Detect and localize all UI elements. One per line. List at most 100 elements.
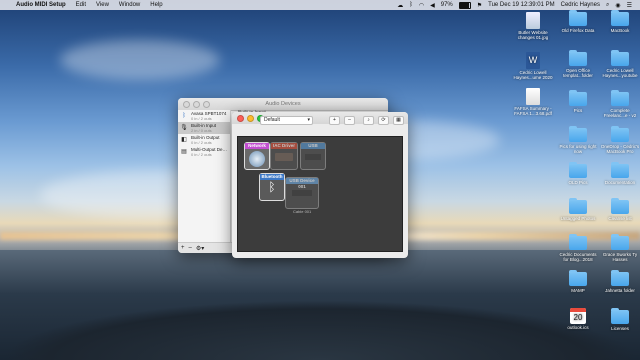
desktop-folder[interactable]: Pics bbox=[558, 90, 598, 113]
desktop-folder[interactable]: Jahnetta folder bbox=[600, 270, 640, 293]
gear-menu-button[interactable]: ⚙▾ bbox=[196, 245, 204, 252]
desktop-folder[interactable]: MacBook bbox=[600, 10, 640, 33]
desktop-folder[interactable]: OneDrop - Cedric's MacBook Pro bbox=[600, 126, 640, 154]
menu-app[interactable]: Audio MIDI Setup bbox=[16, 2, 66, 8]
folder-label: Jahnetta folder bbox=[605, 288, 635, 293]
device-sub: 0 in / 2 outs bbox=[191, 140, 212, 145]
volume-icon[interactable]: ◀ bbox=[430, 2, 435, 9]
folder-label: Old Firefox Data bbox=[561, 28, 595, 33]
device-item[interactable]: ▤ Multi-Output De… 0 in / 2 outs bbox=[178, 146, 230, 158]
configuration-popup[interactable]: Default ▾ bbox=[260, 115, 313, 125]
node-label: Network bbox=[245, 143, 269, 149]
device-list: ᛒ Avasa SPBT1074 0 in / 2 outs 🎙 Built-in… bbox=[178, 110, 231, 243]
cloud bbox=[60, 40, 220, 80]
desktop-file[interactable]: W Cedric Lowell Haynes...ume 2020 bbox=[513, 52, 553, 80]
folder-label: Cleanse list bbox=[608, 216, 632, 221]
folder-icon bbox=[569, 10, 587, 26]
folder-label: Complete Freelanc...e - v2 bbox=[603, 108, 637, 118]
folder-label: OLD Pics bbox=[568, 180, 588, 185]
iac-driver-node[interactable]: IAC Driver bbox=[270, 142, 298, 170]
file-label: outlook.ics bbox=[567, 325, 589, 330]
desktop-folder[interactable]: Complete Freelanc...e - v2 bbox=[600, 90, 640, 118]
device-item[interactable]: ᛒ Avasa SPBT1074 0 in / 2 outs bbox=[178, 110, 230, 122]
folder-label: Documentation bbox=[604, 180, 636, 185]
bluetooth-status-icon[interactable]: ᛒ bbox=[409, 2, 413, 8]
notification-center-icon[interactable]: ☰ bbox=[627, 2, 632, 9]
menu-view[interactable]: View bbox=[96, 2, 109, 8]
desktop-file[interactable]: 20 outlook.ics bbox=[558, 308, 598, 330]
bluetooth-node[interactable]: Bluetooth ᛒ bbox=[259, 173, 285, 201]
device-item[interactable]: 🎙 Built-in Input 2 in / 0 outs bbox=[178, 122, 230, 134]
clock[interactable]: Tue Dec 19 12:39:01 PM bbox=[488, 2, 554, 8]
folder-label: MAMP bbox=[571, 288, 585, 293]
file-label: FAFSA Summary - FAFSA 1...3.68.pdf bbox=[514, 106, 552, 116]
menu-window[interactable]: Window bbox=[119, 2, 140, 8]
folder-icon bbox=[569, 270, 587, 286]
menu-edit[interactable]: Edit bbox=[76, 2, 86, 8]
desktop-folder[interactable]: Grace Sworks Ty Hasses bbox=[600, 234, 640, 262]
device-icon bbox=[292, 190, 312, 196]
desktop-file[interactable]: FAFSA Summary - FAFSA 1...3.68.pdf bbox=[513, 88, 553, 116]
desktop-folder[interactable]: Old Firefox Data bbox=[558, 10, 598, 33]
view-toggle-icon[interactable]: ▦ bbox=[393, 115, 404, 125]
desktop-folder[interactable]: Pics for using right now bbox=[558, 126, 598, 154]
image-file-icon bbox=[526, 12, 540, 29]
device-item[interactable]: ◧ Built-in Output 0 in / 2 outs bbox=[178, 134, 230, 146]
folder-label: Licenses bbox=[611, 326, 629, 331]
desktop-file[interactable]: Butler Website changes 01.jpg bbox=[513, 12, 553, 40]
search-icon[interactable]: ⌕ bbox=[606, 2, 609, 9]
rescan-icon[interactable]: ⟳ bbox=[378, 115, 389, 125]
flag-icon[interactable]: ⚑ bbox=[477, 2, 482, 9]
desktop-folder[interactable]: Documentation bbox=[600, 162, 640, 185]
cable-caption: Cable 001 bbox=[293, 209, 312, 214]
desktop-folder[interactable]: Cedric Documents for Blog...2018 bbox=[558, 234, 598, 262]
battery-percent[interactable]: 97% bbox=[441, 2, 453, 8]
folder-label: MacBook bbox=[610, 28, 630, 33]
cloud-status-icon[interactable]: ☁ bbox=[397, 2, 403, 9]
calendar-icon: 20 bbox=[570, 308, 586, 324]
desktop-folder[interactable]: Licenses bbox=[600, 308, 640, 331]
network-node[interactable]: Network bbox=[244, 142, 270, 170]
configuration-label: Default bbox=[264, 117, 280, 123]
menu-bar: Audio MIDI Setup Edit View Window Help ☁… bbox=[0, 0, 640, 10]
folder-icon bbox=[569, 162, 587, 178]
remove-configuration-button[interactable]: – bbox=[344, 115, 355, 125]
siri-icon[interactable]: ◉ bbox=[615, 2, 620, 9]
stack-icon: ▤ bbox=[181, 148, 187, 155]
midi-studio-window: Default ▾ + – ♪ ⟳ ▦ Network IAC Driver US… bbox=[232, 112, 408, 258]
usb-device-node[interactable]: USB Device 001 bbox=[285, 177, 319, 209]
desktop-folder[interactable]: OLD Pics bbox=[558, 162, 598, 185]
close-button[interactable] bbox=[237, 114, 244, 122]
folder-icon bbox=[611, 308, 629, 324]
usb-node[interactable]: USB bbox=[300, 142, 326, 170]
device-sub: 0 in / 2 outs bbox=[191, 152, 212, 157]
desktop-folder[interactable]: Untagged Photos bbox=[558, 198, 598, 221]
folder-label: Open Office templat...folder bbox=[563, 68, 593, 78]
microphone-icon: 🎙 bbox=[180, 124, 188, 131]
node-label: IAC Driver bbox=[271, 143, 297, 149]
minimize-button[interactable] bbox=[247, 114, 254, 122]
wifi-icon[interactable]: ◠ bbox=[419, 2, 424, 9]
desktop-folder[interactable]: Cedric Lowell Haynes...youtube bbox=[600, 50, 640, 78]
midi-canvas[interactable]: Network IAC Driver USB Bluetooth ᛒ USB D… bbox=[237, 136, 403, 252]
desktop-folder[interactable]: MAMP bbox=[558, 270, 598, 293]
folder-icon bbox=[611, 270, 629, 286]
folder-label: Pics bbox=[573, 108, 583, 113]
add-device-button[interactable]: + bbox=[181, 245, 185, 251]
folder-icon bbox=[569, 126, 587, 142]
desktop-folder[interactable]: Open Office templat...folder bbox=[558, 50, 598, 78]
folder-icon bbox=[611, 234, 629, 250]
add-configuration-button[interactable]: + bbox=[329, 115, 340, 125]
remove-device-button[interactable]: – bbox=[189, 245, 192, 251]
user-name[interactable]: Cedric Haynes bbox=[561, 2, 600, 8]
window-title: Audio Devices bbox=[265, 101, 301, 107]
word-doc-icon: W bbox=[526, 52, 540, 69]
menu-help[interactable]: Help bbox=[150, 2, 162, 8]
battery-icon[interactable] bbox=[458, 1, 471, 9]
desktop-folder[interactable]: Cleanse list bbox=[600, 198, 640, 221]
folder-icon bbox=[569, 234, 587, 250]
usb-port-icon bbox=[305, 154, 321, 160]
test-setup-icon[interactable]: ♪ bbox=[363, 115, 374, 125]
midi-toolbar: Default ▾ + – ♪ ⟳ ▦ bbox=[260, 114, 404, 126]
bluetooth-icon: ᛒ bbox=[268, 180, 276, 194]
